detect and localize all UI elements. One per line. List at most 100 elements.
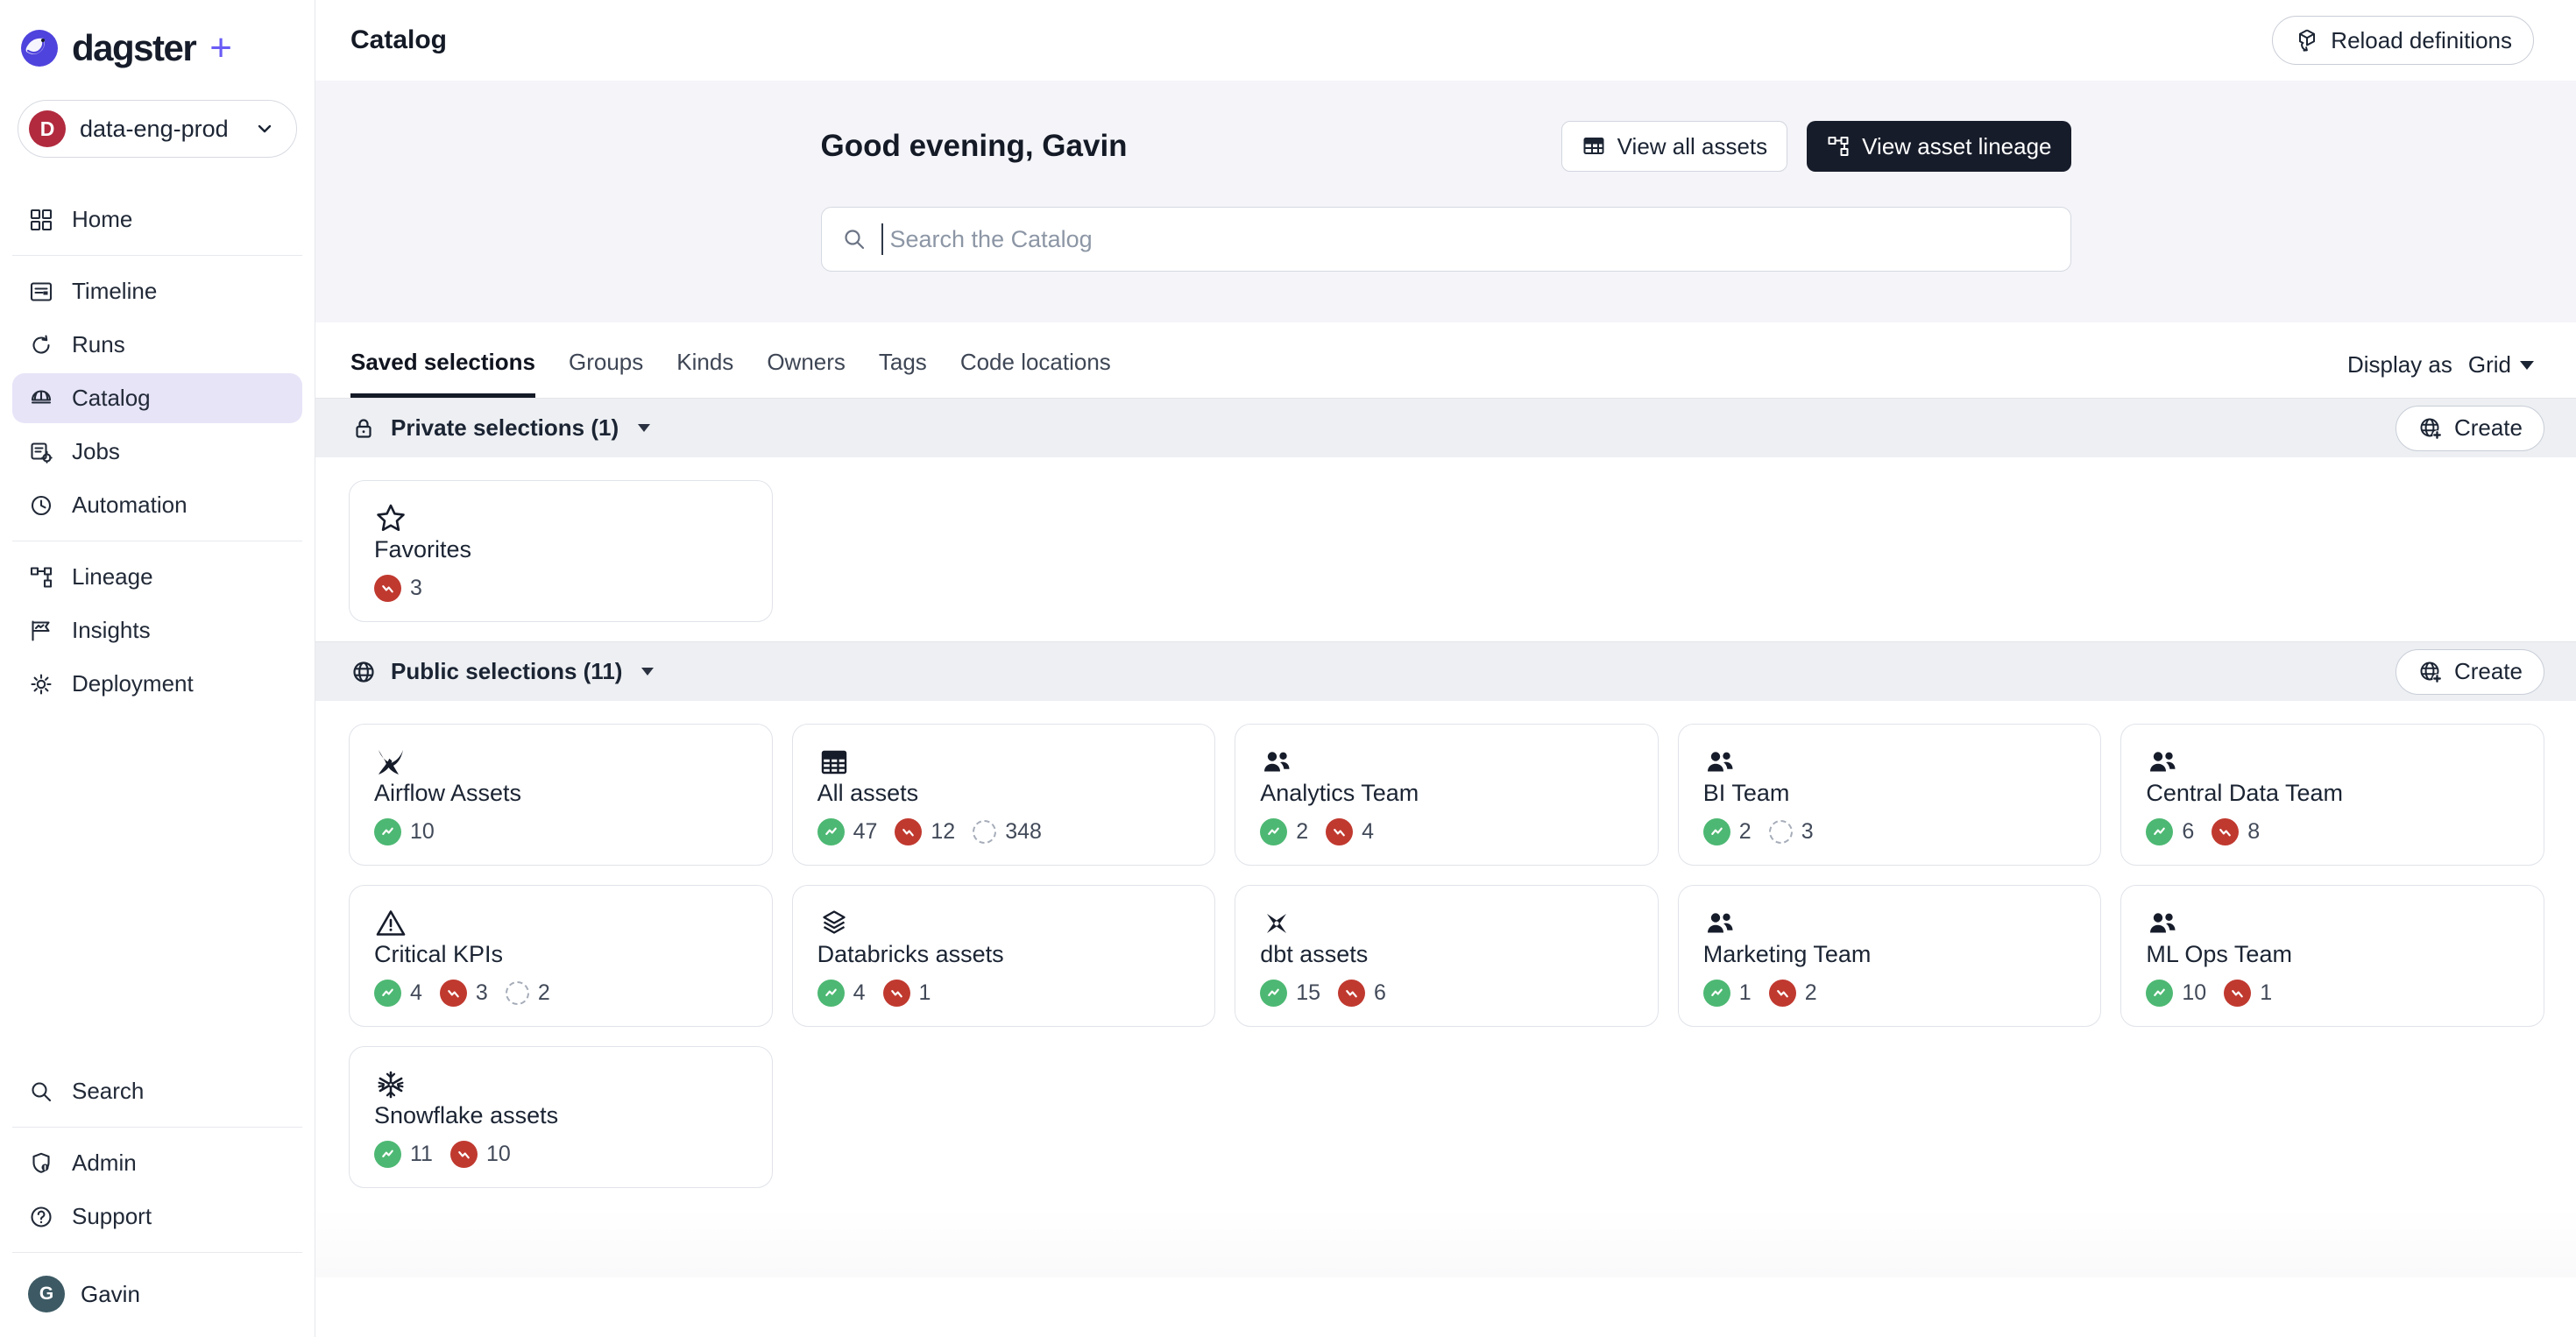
selection-card-critical-kpis[interactable]: Critical KPIs 4 3 2 [349, 885, 773, 1027]
reload-cube-icon [2294, 27, 2320, 53]
sidebar-item-label: Lineage [72, 563, 153, 590]
selection-card-airflow-assets[interactable]: Airflow Assets 10 [349, 724, 773, 866]
selection-card-marketing-team[interactable]: Marketing Team 1 2 [1677, 885, 2102, 1027]
card-title: ML Ops Team [2146, 941, 2292, 967]
card-status-badges: 4 3 2 [374, 980, 747, 1007]
user-name: Gavin [81, 1280, 140, 1307]
status-count: 2 [1738, 819, 1752, 844]
org-name: data-eng-prod [80, 115, 229, 142]
status-materialized-icon [1260, 818, 1288, 845]
status-materialized-icon [1260, 980, 1288, 1007]
status-materialized-icon [2146, 818, 2174, 845]
sidebar-item-search[interactable]: Search [12, 1066, 302, 1116]
status-badge: 1 [882, 980, 931, 1007]
status-badge: 4 [817, 980, 866, 1007]
tab-owners[interactable]: Owners [767, 349, 846, 398]
public-selections-title-group[interactable]: Public selections (11) [350, 658, 655, 685]
create-button-label: Create [2453, 414, 2523, 441]
selection-card-central-data-team[interactable]: Central Data Team 6 8 [2120, 724, 2544, 866]
status-count: 10 [410, 819, 435, 844]
selection-card-analytics-team[interactable]: Analytics Team 2 4 [1235, 724, 1659, 866]
card-title: Analytics Team [1260, 780, 1419, 806]
selection-card-snowflake-assets[interactable]: Snowflake assets 11 10 [349, 1046, 773, 1188]
catalog-search[interactable] [820, 207, 2071, 272]
brand-wordmark: dagster [72, 27, 197, 68]
sidebar-item-home[interactable]: Home [12, 195, 302, 244]
selection-card-dbt-assets[interactable]: dbt assets 15 6 [1235, 885, 1659, 1027]
sidebar-item-admin[interactable]: Admin [12, 1138, 302, 1188]
deployment-icon [28, 671, 54, 697]
status-badge: 348 [973, 819, 1042, 845]
chevron-down-icon [258, 124, 272, 133]
tab-saved-selections[interactable]: Saved selections [350, 349, 535, 398]
display-as-dropdown[interactable]: Grid [2468, 351, 2534, 378]
status-badge: 2 [1768, 980, 1817, 1007]
view-asset-lineage-label: View asset lineage [1862, 132, 2052, 159]
create-private-selection-button[interactable]: Create [2395, 405, 2544, 451]
search-input[interactable] [889, 225, 2051, 253]
status-failed-icon [439, 980, 467, 1007]
status-never-materialized-icon [505, 981, 529, 1005]
lock-icon [350, 415, 377, 442]
sidebar-item-label: Deployment [72, 670, 194, 697]
sidebar-item-automation[interactable]: Automation [12, 480, 302, 530]
divider [12, 1252, 302, 1253]
selection-card-databricks-assets[interactable]: Databricks assets 4 1 [791, 885, 1216, 1027]
create-public-selection-button[interactable]: Create [2395, 648, 2544, 695]
status-materialized-icon [817, 980, 845, 1007]
tab-code-locations[interactable]: Code locations [960, 349, 1111, 398]
reload-definitions-button[interactable]: Reload definitions [2272, 16, 2534, 65]
status-failed-icon [2224, 980, 2252, 1007]
card-status-badges: 12 [1702, 980, 2077, 1007]
jobs-icon [28, 439, 54, 465]
sidebar-item-jobs[interactable]: Jobs [12, 427, 302, 477]
user-menu[interactable]: G Gavin [0, 1262, 315, 1332]
people-icon [1703, 907, 1737, 940]
tab-groups[interactable]: Groups [569, 349, 643, 398]
selection-card-bi-team[interactable]: BI Team 2 3 [1677, 724, 2102, 866]
page-bottom-fade [315, 1207, 2576, 1277]
view-asset-lineage-button[interactable]: View asset lineage [1807, 121, 2071, 172]
card-title: BI Team [1702, 780, 1790, 806]
logo[interactable]: dagster + [0, 0, 315, 96]
sidebar-item-support[interactable]: Support [12, 1192, 302, 1242]
status-count: 11 [410, 1142, 433, 1166]
tab-tags[interactable]: Tags [879, 349, 927, 398]
card-title: Favorites [374, 536, 472, 562]
status-count: 10 [2182, 980, 2207, 1005]
main-content: Catalog Reload definitions Good evening,… [315, 0, 2576, 1337]
private-selections-title-group[interactable]: Private selections (1) [350, 414, 651, 442]
sidebar-item-runs[interactable]: Runs [12, 320, 302, 370]
sidebar-item-deployment[interactable]: Deployment [12, 659, 302, 709]
card-title: dbt assets [1260, 941, 1369, 967]
selection-card-all-assets[interactable]: All assets 47 12 348 [791, 724, 1216, 866]
sidebar-item-label: Automation [72, 492, 188, 518]
selection-card-ml-ops-team[interactable]: ML Ops Team 10 1 [2120, 885, 2544, 1027]
org-avatar: D [29, 110, 66, 147]
sidebar-item-lineage[interactable]: Lineage [12, 552, 302, 602]
card-title: Critical KPIs [374, 941, 504, 967]
greeting-text: Good evening, Gavin [820, 129, 1128, 163]
status-count: 3 [1801, 819, 1814, 844]
sidebar-item-label: Admin [72, 1150, 137, 1176]
status-never-materialized-icon [973, 820, 997, 844]
warning-icon [374, 907, 407, 940]
selection-card-favorites[interactable]: Favorites 3 [349, 480, 773, 622]
table-icon [817, 746, 851, 779]
sidebar-item-catalog[interactable]: Catalog [12, 373, 302, 423]
status-count: 6 [1374, 980, 1386, 1005]
status-count: 12 [931, 819, 956, 844]
status-failed-icon [374, 575, 401, 602]
tab-kinds[interactable]: Kinds [676, 349, 733, 398]
card-status-badges: 41 [817, 980, 1191, 1007]
org-switcher[interactable]: D data-eng-prod [18, 100, 297, 158]
status-badge: 2 [1702, 818, 1752, 845]
status-count: 8 [2247, 819, 2261, 844]
caret-down-icon [2520, 360, 2534, 370]
star-icon [374, 502, 407, 535]
sidebar-item-timeline[interactable]: Timeline [12, 266, 302, 316]
view-all-assets-button[interactable]: View all assets [1560, 121, 1788, 172]
sidebar-item-insights[interactable]: Insights [12, 605, 302, 655]
catalog-tabs: Saved selections Groups Kinds Owners Tags Cod… [350, 349, 1111, 398]
status-failed-icon [1768, 980, 1796, 1007]
